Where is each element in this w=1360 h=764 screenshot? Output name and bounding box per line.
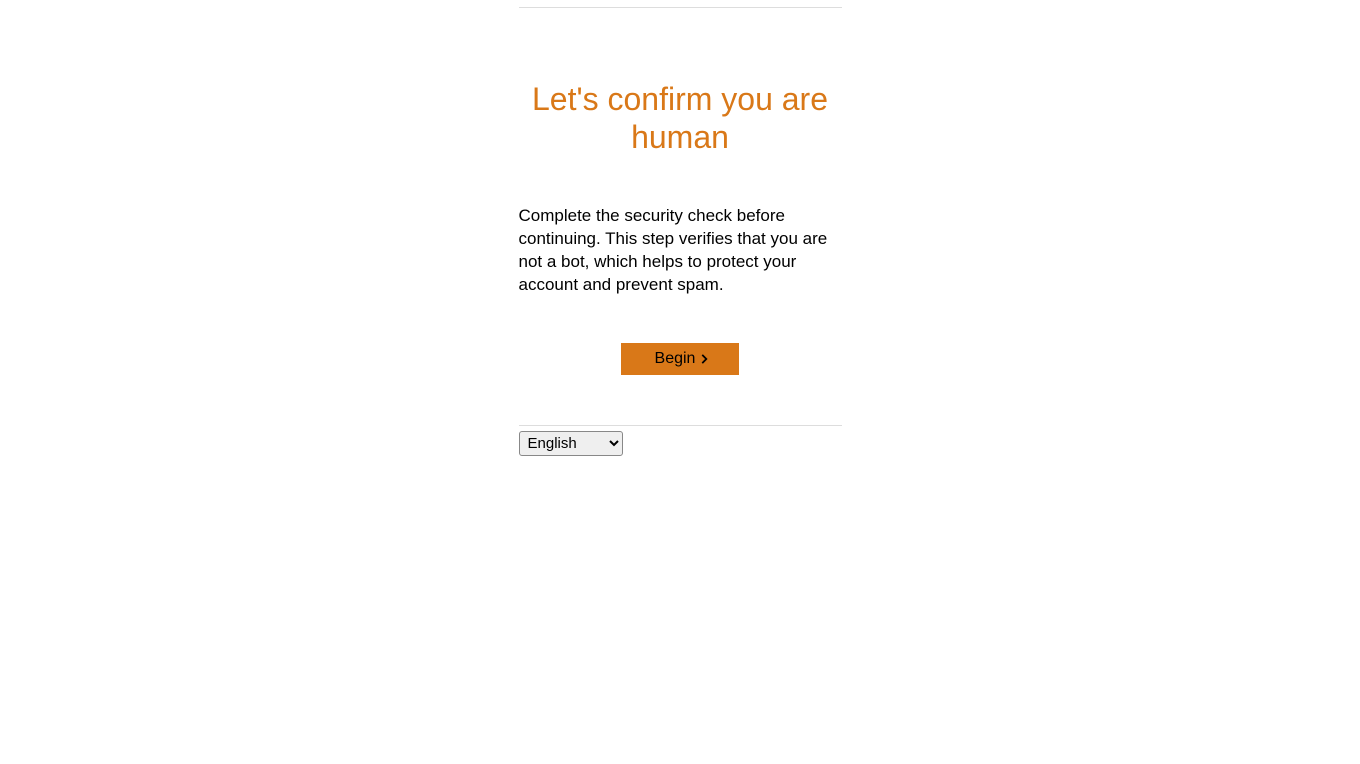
language-select[interactable]: English <box>519 431 623 456</box>
page-title: Let's confirm you are human <box>519 80 842 157</box>
begin-button[interactable]: Begin <box>621 343 740 375</box>
bottom-divider <box>519 425 842 426</box>
captcha-container: Let's confirm you are human Complete the… <box>519 0 842 764</box>
button-wrap: Begin <box>519 343 842 375</box>
description-text: Complete the security check before conti… <box>519 205 842 297</box>
begin-button-label: Begin <box>655 350 696 368</box>
chevron-right-icon <box>697 352 711 366</box>
top-divider <box>519 7 842 8</box>
